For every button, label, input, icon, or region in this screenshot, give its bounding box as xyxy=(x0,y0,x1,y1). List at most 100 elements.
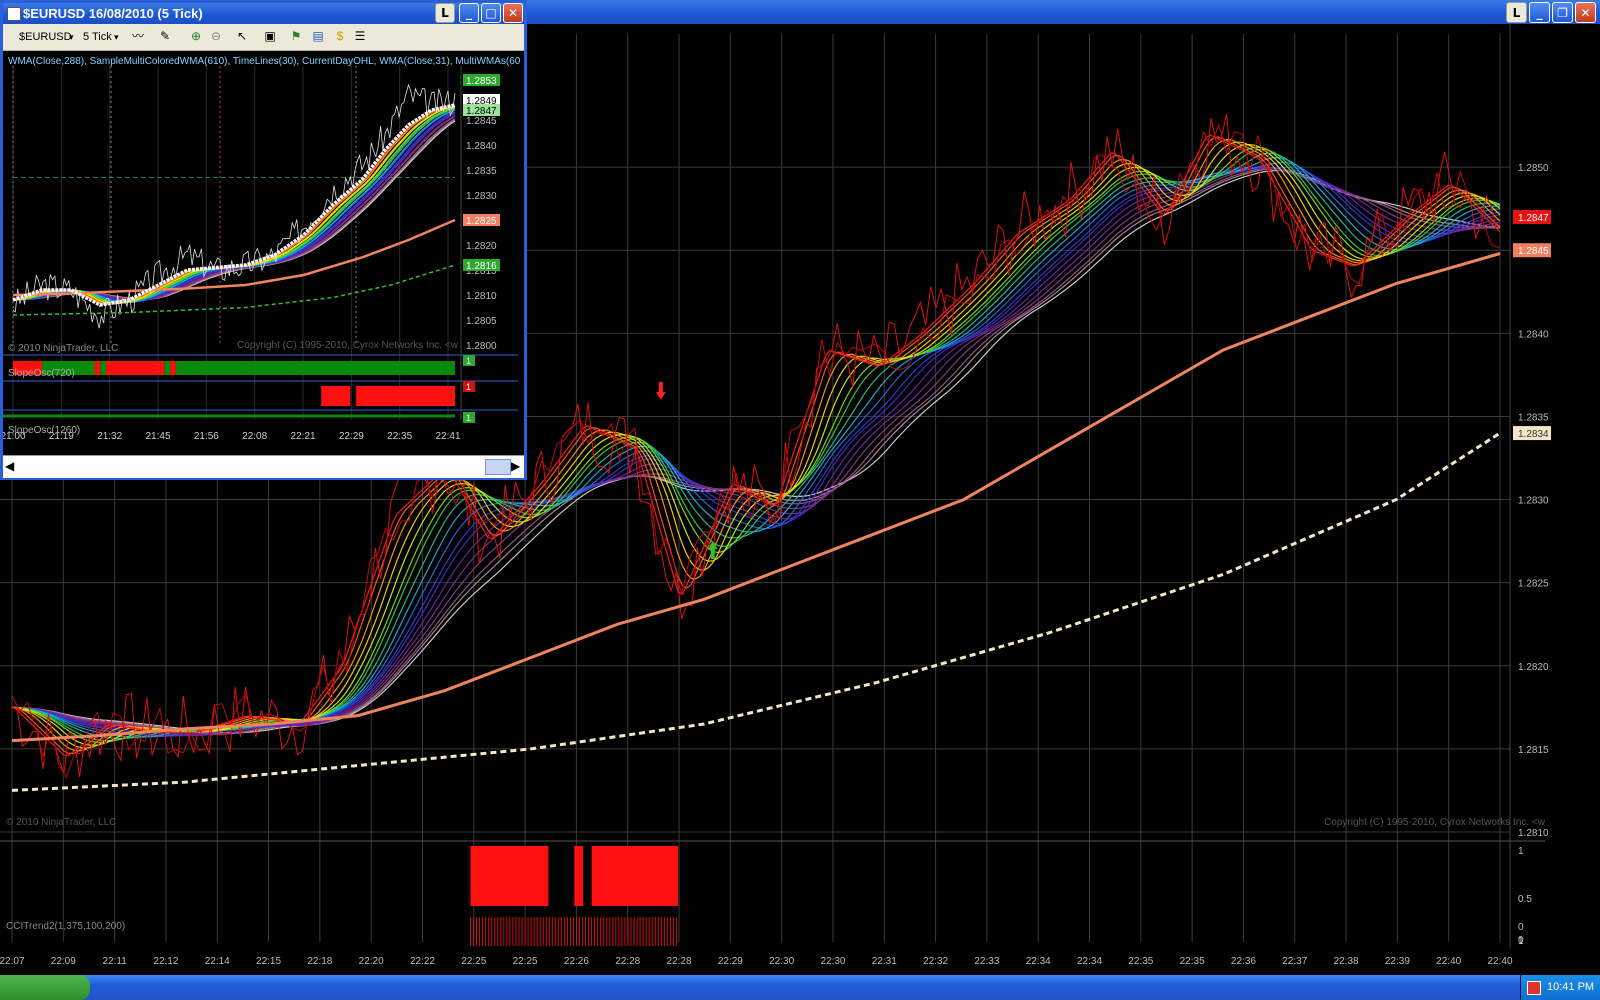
inset-white-wma xyxy=(12,103,456,307)
main-copyright-right: Copyright (C) 1995-2010, Cyrox Networks … xyxy=(1324,817,1546,828)
time-tick-label: 22:22 xyxy=(410,956,435,967)
inset-price-tick: 1.2835 xyxy=(466,166,497,177)
inset-price-tick: 1.2810 xyxy=(466,291,497,302)
price-tick-label: 1.2840 xyxy=(1518,329,1549,340)
osc-flag-label: 1 xyxy=(466,413,471,423)
time-tick-label: 22:30 xyxy=(820,956,845,967)
time-tick-label: 22:33 xyxy=(974,956,999,967)
price-tick-label: 1.2850 xyxy=(1518,163,1549,174)
time-tick-label: 22:35 xyxy=(1180,956,1205,967)
inset-price-tick: 1.2845 xyxy=(466,116,497,127)
zoom-out-icon[interactable]: ⊖ xyxy=(209,29,223,43)
instrument-selector[interactable]: $EURUSD xyxy=(19,28,72,46)
system-tray: 10:41 PM xyxy=(1520,975,1600,1000)
cci-tick-label: 1 xyxy=(1518,846,1524,857)
inset-close-button[interactable]: ✕ xyxy=(503,3,523,23)
slopeosc-1260-block xyxy=(321,386,351,406)
chart-app-icon xyxy=(7,7,21,21)
inset-chart[interactable]: 1.2845 1.2840 1.2835 1.2830 1.2825 1.2820 1.28… xyxy=(3,50,524,455)
inset-minimize-button[interactable]: _ xyxy=(459,3,479,23)
inset-titlebar[interactable]: $EURUSD 16/08/2010 (5 Tick) L _ □ ✕ xyxy=(3,3,524,24)
signal-arrow-down xyxy=(655,381,666,400)
drawing-tool-icon[interactable]: ✎ xyxy=(158,29,172,43)
main-restore-button[interactable]: ❐ xyxy=(1552,2,1573,23)
price-marker-label: 1.2847 xyxy=(1518,213,1549,224)
start-button[interactable] xyxy=(0,975,90,1000)
main-time-axis: 22:07 22:09 22:11 22:12 22:14 22:15 22:18 22:20… xyxy=(0,956,1513,967)
scroll-thumb[interactable] xyxy=(485,459,511,475)
cci-block xyxy=(591,846,679,906)
time-tick-label: 22:30 xyxy=(769,956,794,967)
time-tick-label: 22:14 xyxy=(205,956,230,967)
price-tick-label: 1.2825 xyxy=(1518,579,1549,590)
time-tick-label: 22:28 xyxy=(667,956,692,967)
price-tick-label: 1.2830 xyxy=(1518,496,1549,507)
inset-price-marker-label: 1.2816 xyxy=(466,261,497,272)
slopeosc-720-bar xyxy=(106,361,165,375)
strategy-icon[interactable]: ▤ xyxy=(311,29,325,43)
inset-copyright-right: Copyright (C) 1995-2010, Cyrox Networks … xyxy=(237,340,459,351)
price-marker-label: 1.2845 xyxy=(1518,246,1549,257)
inset-time-tick: 22:29 xyxy=(339,431,364,442)
time-tick-label: 22:18 xyxy=(307,956,332,967)
slopeosc-1260-block xyxy=(356,386,455,406)
cci-panel: 10.5001 xyxy=(470,846,1532,947)
inset-price-tick: 1.2820 xyxy=(466,241,497,252)
clock: 10:41 PM xyxy=(1547,981,1595,993)
zoom-in-icon[interactable]: ⊕ xyxy=(189,29,203,43)
time-tick-label: 22:20 xyxy=(359,956,384,967)
time-tick-label: 22:07 xyxy=(0,956,25,967)
inset-scrollbar[interactable]: ◀ ▶ xyxy=(3,455,524,478)
slopeosc-720-bar xyxy=(94,361,101,375)
inset-orange-wma xyxy=(12,218,456,297)
chart-style-icon[interactable]: 〰 xyxy=(131,29,145,43)
data-box-icon[interactable]: ☰ xyxy=(353,29,367,43)
time-tick-label: 22:28 xyxy=(615,956,640,967)
time-tick-label: 22:35 xyxy=(1128,956,1153,967)
dollar-icon[interactable]: $ xyxy=(333,29,347,43)
time-tick-label: 22:34 xyxy=(1026,956,1051,967)
instrument-dropdown-icon[interactable]: ▾ xyxy=(69,28,74,46)
tray-app-icon[interactable] xyxy=(1527,981,1541,995)
interval-selector[interactable]: 5 Tick xyxy=(83,28,112,46)
price-tick-label: 1.2815 xyxy=(1518,745,1549,756)
main-copyright-left: © 2010 NinjaTrader, LLC xyxy=(6,817,116,828)
time-tick-label: 22:32 xyxy=(923,956,948,967)
inset-chart-window[interactable]: $EURUSD 16/08/2010 (5 Tick) L _ □ ✕ $EUR… xyxy=(0,0,527,480)
cci-block xyxy=(574,846,583,906)
main-lock-button[interactable]: L xyxy=(1506,2,1527,23)
time-tick-label: 22:09 xyxy=(51,956,76,967)
interval-dropdown-icon[interactable]: ▾ xyxy=(114,28,119,46)
inset-lock-button[interactable]: L xyxy=(435,3,455,23)
time-tick-label: 22:40 xyxy=(1436,956,1461,967)
price-tick-label: 1.2835 xyxy=(1518,412,1549,423)
inset-ribbon-line xyxy=(12,104,456,306)
inset-price-tick: 1.2805 xyxy=(466,316,497,327)
inset-price-marker-label: 1.2853 xyxy=(466,76,497,87)
cci-tick-label: 0 xyxy=(1518,922,1524,933)
osc-flag-label: 1 xyxy=(466,382,471,392)
inset-ribbon-line xyxy=(12,105,456,306)
properties-icon[interactable]: ▣ xyxy=(263,29,277,43)
inset-maximize-button[interactable]: □ xyxy=(481,3,501,23)
time-tick-label: 22:29 xyxy=(718,956,743,967)
scroll-left-icon[interactable]: ◀ xyxy=(5,459,14,473)
time-tick-label: 22:37 xyxy=(1282,956,1307,967)
cci-flag: 1 xyxy=(1518,936,1524,947)
price-marker-label: 1.2834 xyxy=(1518,429,1549,440)
slopeosc-1260-label: SlopeOsc(1260) xyxy=(8,425,80,436)
indicators-icon[interactable]: ⚑ xyxy=(289,29,303,43)
time-tick-label: 22:26 xyxy=(564,956,589,967)
pointer-icon[interactable]: ↖ xyxy=(235,29,249,43)
main-close-button[interactable]: ✕ xyxy=(1575,2,1596,23)
main-minimize-button[interactable]: _ xyxy=(1529,2,1550,23)
inset-title: $EURUSD 16/08/2010 (5 Tick) xyxy=(23,6,203,21)
cci-block xyxy=(470,846,549,906)
taskbar xyxy=(0,975,1600,1000)
dashed-wma-line xyxy=(11,431,1501,792)
slopeosc-720-bar xyxy=(164,361,171,375)
time-tick-label: 22:11 xyxy=(102,956,127,967)
inset-time-tick: 22:35 xyxy=(387,431,412,442)
scroll-right-icon[interactable]: ▶ xyxy=(511,459,520,473)
inset-price-axis: 1.2845 1.2840 1.2835 1.2830 1.2825 1.2820 1.28… xyxy=(463,74,500,352)
